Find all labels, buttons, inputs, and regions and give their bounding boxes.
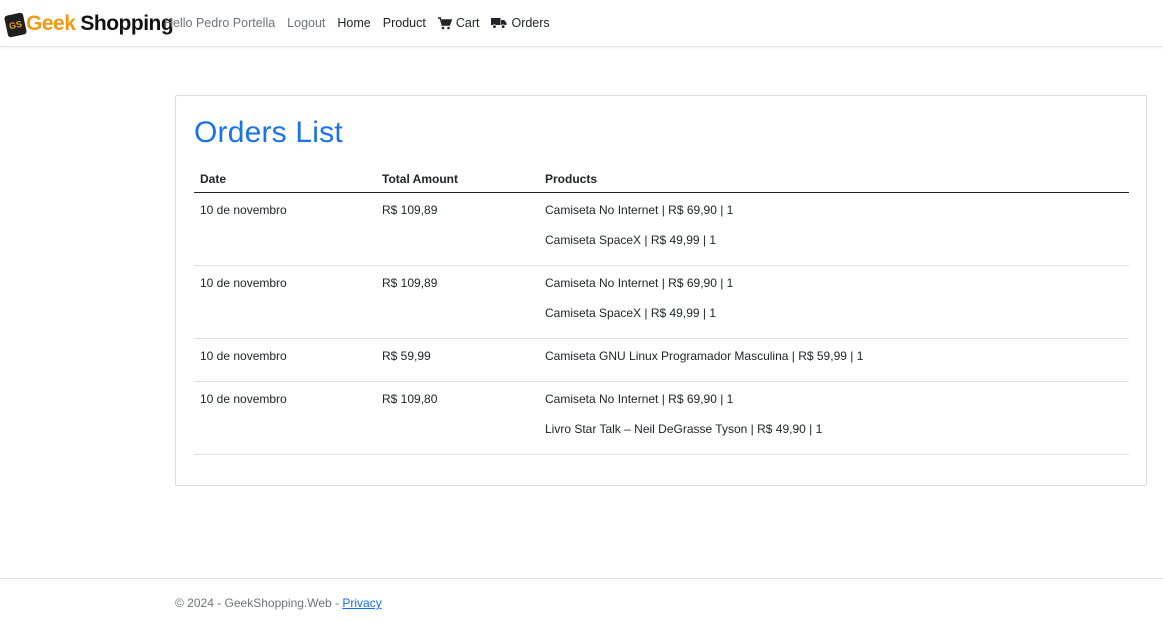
nav-cart-link[interactable]: Cart — [437, 16, 480, 30]
order-date: 10 de novembro — [200, 349, 287, 363]
column-header-products: Products — [545, 172, 598, 186]
order-total: R$ 59,99 — [382, 349, 431, 363]
nav-menu: Hello Pedro Portella Logout Home Product… — [164, 16, 562, 30]
brand-geek-text: Geek — [26, 11, 76, 35]
order-product-item: Camiseta GNU Linux Programador Masculina… — [545, 349, 864, 363]
brand-shopping-text: Shopping — [80, 11, 174, 35]
brand-logo[interactable]: GS Geek Shopping — [3, 9, 174, 38]
order-products: Camiseta GNU Linux Programador Masculina… — [545, 349, 863, 379]
nav-greeting: Hello Pedro Portella — [164, 16, 276, 30]
footer-text: © 2024 - GeekShopping.Web - Privacy — [175, 596, 382, 610]
order-product-item: Livro Star Talk – Neil DeGrasse Tyson | … — [545, 422, 823, 436]
orders-card: Orders List Date Total Amount Products 1… — [175, 95, 1147, 486]
orders-table: Date Total Amount Products 10 de novembr… — [194, 166, 1129, 455]
order-product-item: Camiseta No Internet | R$ 69,90 | 1 — [545, 203, 734, 217]
order-date: 10 de novembro — [200, 276, 287, 290]
order-product-item: Camiseta No Internet | R$ 69,90 | 1 — [545, 276, 734, 290]
table-row: 10 de novembro R$ 109,89 Camiseta No Int… — [194, 266, 1129, 339]
table-header: Date Total Amount Products — [194, 166, 1129, 193]
nav-product-link[interactable]: Product — [383, 16, 426, 30]
privacy-link[interactable]: Privacy — [342, 596, 381, 610]
cart-icon — [437, 16, 452, 29]
navbar: GS Geek Shopping Hello Pedro Portella Lo… — [0, 0, 1163, 47]
footer-copyright: © 2024 - GeekShopping.Web - — [175, 596, 343, 610]
nav-logout-link[interactable]: Logout — [287, 16, 325, 30]
nav-home-link[interactable]: Home — [337, 16, 370, 30]
order-product-item: Camiseta SpaceX | R$ 49,99 | 1 — [545, 306, 716, 320]
order-products: Camiseta No Internet | R$ 69,90 | 1 Livr… — [545, 392, 822, 452]
order-total: R$ 109,89 — [382, 276, 438, 290]
table-row: 10 de novembro R$ 109,80 Camiseta No Int… — [194, 382, 1129, 455]
nav-orders-link[interactable]: Orders — [491, 16, 550, 30]
nav-cart-label: Cart — [455, 16, 480, 30]
order-date: 10 de novembro — [200, 392, 287, 406]
nav-orders-label: Orders — [511, 16, 550, 30]
order-date: 10 de novembro — [200, 203, 287, 217]
order-total: R$ 109,80 — [382, 392, 438, 406]
page-title: Orders List — [194, 116, 343, 149]
table-row: 10 de novembro R$ 59,99 Camiseta GNU Lin… — [194, 339, 1129, 382]
column-header-date: Date — [200, 172, 227, 186]
order-product-item: Camiseta SpaceX | R$ 49,99 | 1 — [545, 233, 716, 247]
table-row: 10 de novembro R$ 109,89 Camiseta No Int… — [194, 193, 1129, 266]
order-products: Camiseta No Internet | R$ 69,90 | 1 Cami… — [545, 276, 733, 336]
order-products: Camiseta No Internet | R$ 69,90 | 1 Cami… — [545, 203, 733, 263]
brand-badge-icon: GS — [3, 12, 28, 38]
order-product-item: Camiseta No Internet | R$ 69,90 | 1 — [545, 392, 734, 406]
order-total: R$ 109,89 — [382, 203, 438, 217]
column-header-total: Total Amount — [382, 172, 458, 186]
truck-icon — [491, 18, 507, 29]
footer: © 2024 - GeekShopping.Web - Privacy — [0, 578, 1163, 621]
